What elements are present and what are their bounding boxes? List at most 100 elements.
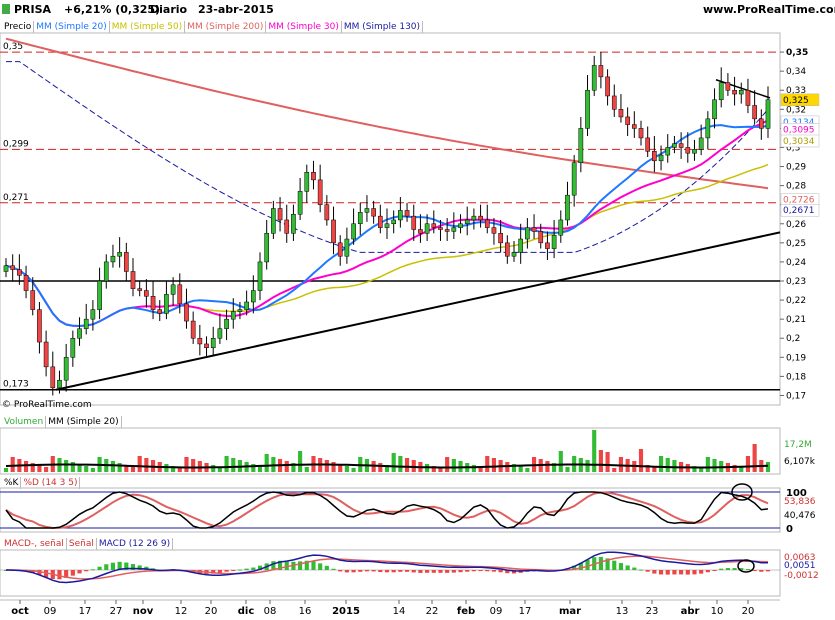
volume-bar bbox=[699, 468, 704, 472]
macd-hist-bar bbox=[705, 570, 710, 573]
copyright: © ProRealTime.com bbox=[2, 400, 92, 410]
macd-hist-bar bbox=[451, 570, 456, 573]
macd-hist-bar bbox=[110, 562, 116, 570]
candle-body bbox=[611, 95, 617, 110]
macd-hist-bar bbox=[658, 570, 664, 575]
candle-body bbox=[17, 269, 22, 276]
candle-body bbox=[217, 328, 223, 339]
x-tick-label: abr bbox=[681, 606, 700, 617]
volume-bar bbox=[658, 456, 664, 472]
candle-body bbox=[698, 137, 704, 150]
macd-hist-bar bbox=[665, 570, 670, 575]
volume-bar bbox=[298, 451, 303, 472]
volume-bar bbox=[231, 458, 236, 472]
candle-body bbox=[97, 280, 102, 310]
candle-body bbox=[578, 128, 584, 163]
volume-bar bbox=[612, 468, 617, 472]
macd-hist-bar bbox=[712, 570, 717, 571]
candle-body bbox=[130, 271, 136, 289]
macd-hist-bar bbox=[84, 570, 89, 572]
macd-hist-bar bbox=[90, 569, 95, 571]
macd-hist-bar bbox=[598, 556, 603, 570]
volume-bar bbox=[130, 467, 136, 472]
candle-body bbox=[511, 252, 517, 257]
y-tick-label: 0,35 bbox=[786, 48, 808, 58]
level-label: 0,173 bbox=[3, 380, 29, 390]
volume-bar bbox=[705, 457, 710, 472]
volume-bar bbox=[672, 460, 677, 472]
candle-body bbox=[411, 215, 417, 230]
candle-body bbox=[658, 154, 664, 162]
candle-body bbox=[551, 234, 557, 249]
price-tag: 0,3034 bbox=[780, 134, 820, 148]
candle-body bbox=[63, 357, 69, 381]
volume-legend: Volumen MM (Simple 20) bbox=[2, 416, 122, 428]
candle-body bbox=[431, 223, 437, 228]
volume-bar bbox=[304, 467, 309, 472]
volume-bar bbox=[378, 463, 383, 472]
volume-bar bbox=[110, 461, 116, 472]
macd-hist-bar bbox=[371, 570, 376, 572]
volume-bar bbox=[37, 465, 42, 472]
volume-bar bbox=[665, 458, 670, 472]
candle-body bbox=[177, 284, 183, 305]
y-tick-label: 0,28 bbox=[786, 182, 806, 192]
macd-hist-bar bbox=[425, 570, 430, 573]
stoch-tick-label: 0 bbox=[786, 524, 793, 535]
candle-body bbox=[585, 89, 590, 129]
y-tick-label: 0,25 bbox=[786, 239, 806, 249]
macd-hist-bar bbox=[625, 565, 630, 570]
macd-hist-bar bbox=[618, 563, 624, 570]
candle-body bbox=[351, 223, 356, 240]
candle-body bbox=[518, 238, 524, 253]
candle-body bbox=[230, 311, 236, 320]
macd-hist-bar bbox=[318, 563, 323, 570]
level-label: 0,271 bbox=[3, 193, 29, 203]
candle-body bbox=[451, 227, 457, 232]
volume-bar bbox=[585, 460, 590, 472]
macd-hist-bar bbox=[471, 570, 476, 572]
candle-body bbox=[123, 252, 129, 272]
macd-hist-bar bbox=[498, 570, 503, 573]
macd-hist-bar bbox=[104, 564, 109, 570]
y-tick-label: 0,22 bbox=[786, 296, 806, 306]
candle-body bbox=[377, 215, 383, 228]
volume-bar bbox=[84, 466, 89, 472]
macd-hist-bar bbox=[672, 570, 677, 575]
price-tag: 0,2671 bbox=[780, 203, 820, 217]
candle-body bbox=[150, 296, 156, 310]
candle-body bbox=[311, 172, 316, 181]
macd-hist-bar bbox=[485, 570, 490, 572]
candle-body bbox=[197, 337, 203, 345]
candle-body bbox=[752, 105, 757, 120]
y-tick-label: 0,34 bbox=[786, 67, 806, 77]
macd-hist-bar bbox=[645, 570, 650, 572]
volume-bar bbox=[752, 444, 757, 472]
x-tick-label: 2015 bbox=[332, 606, 360, 617]
macd-hist-bar bbox=[652, 570, 657, 574]
x-tick-label: 12 bbox=[175, 606, 188, 617]
volume-bar bbox=[745, 456, 751, 472]
volume-bar bbox=[144, 458, 149, 472]
candle-body bbox=[57, 379, 62, 389]
volume-bar bbox=[117, 463, 122, 472]
macd-hist-bar bbox=[458, 570, 463, 573]
candle-body bbox=[692, 149, 697, 154]
volume-bar bbox=[558, 451, 563, 472]
candle-body bbox=[317, 179, 323, 205]
macd-hist-bar bbox=[378, 570, 383, 573]
candle-body bbox=[103, 261, 109, 282]
candle-body bbox=[718, 82, 724, 101]
volume-bar bbox=[264, 454, 269, 472]
candle-body bbox=[458, 223, 463, 228]
macd-hist-bar bbox=[465, 570, 470, 572]
candle-body bbox=[672, 143, 677, 148]
candle-body bbox=[297, 191, 303, 215]
candle-body bbox=[598, 65, 604, 78]
volume-tag-sma: 6,107k bbox=[782, 457, 818, 468]
macd-legend: MACD-, señal Señal MACD (12 26 9) bbox=[2, 538, 174, 550]
candle-body bbox=[758, 118, 764, 129]
volume-bar bbox=[90, 468, 95, 472]
level-label: 0,35 bbox=[3, 42, 23, 52]
volume-bar bbox=[638, 449, 644, 472]
